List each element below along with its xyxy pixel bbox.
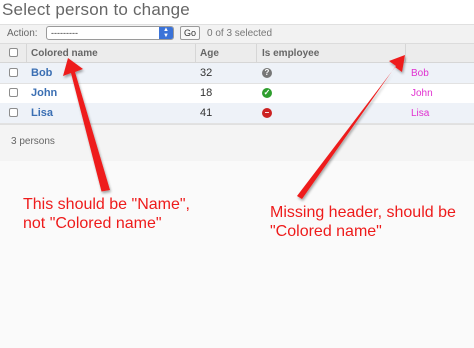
- annotation-missing-header: Missing header, should be "Colored name": [270, 203, 456, 241]
- annotation-arrows: [63, 55, 405, 199]
- annotation-line: "Colored name": [270, 223, 382, 240]
- annotation-line: not "Colored name": [23, 215, 162, 232]
- annotation-line: Missing header, should be: [270, 204, 456, 221]
- arrow-to-missing-header: [297, 55, 405, 199]
- arrow-to-colored-name-header: [63, 58, 110, 192]
- annotation-line: This should be "Name",: [23, 196, 190, 213]
- annotation-colored-name: This should be "Name", not "Colored name…: [23, 195, 190, 233]
